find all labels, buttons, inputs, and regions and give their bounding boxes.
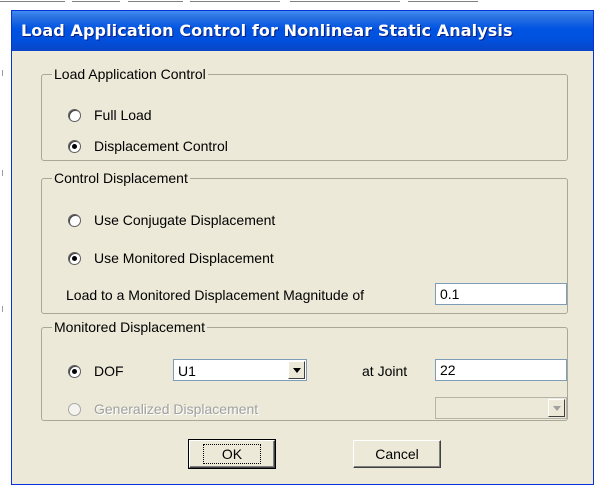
conjugate-displacement-radio[interactable] — [68, 213, 81, 227]
ok-button[interactable]: OK — [188, 439, 276, 469]
full-load-label: Full Load — [94, 107, 152, 123]
joint-input[interactable]: 22 — [435, 359, 567, 381]
displacement-control-radio[interactable] — [68, 139, 81, 153]
dof-select[interactable]: U1 — [173, 359, 307, 381]
control-displacement-legend: Control Displacement — [54, 170, 188, 186]
monitored-displacement-group: Monitored Displacement DOF U1 at Joint 2… — [41, 319, 568, 421]
conjugate-displacement-label: Use Conjugate Displacement — [94, 212, 276, 228]
generalized-displacement-option: Generalized Displacement — [68, 401, 258, 417]
conjugate-displacement-option[interactable]: Use Conjugate Displacement — [68, 212, 275, 228]
dialog-title: Load Application Control for Nonlinear S… — [21, 21, 513, 40]
dof-select-value: U1 — [178, 363, 196, 379]
generalized-displacement-select — [435, 397, 567, 419]
background-window-edge — [0, 0, 605, 10]
magnitude-label: Load to a Monitored Displacement Magnitu… — [66, 287, 365, 303]
control-displacement-group: Control Displacement Use Conjugate Displ… — [41, 170, 568, 314]
chevron-down-icon — [548, 399, 565, 417]
displacement-control-option[interactable]: Displacement Control — [68, 138, 228, 154]
dof-label: DOF — [94, 363, 124, 379]
chevron-down-icon[interactable] — [288, 361, 305, 379]
at-joint-label: at Joint — [362, 363, 408, 379]
cancel-button-label: Cancel — [375, 446, 419, 462]
background-tick — [2, 170, 3, 176]
cancel-button[interactable]: Cancel — [353, 440, 441, 468]
load-application-control-legend: Load Application Control — [54, 66, 206, 82]
load-application-control-group: Load Application Control Full Load Displ… — [41, 66, 568, 161]
background-tick — [2, 306, 3, 312]
background-tick — [2, 70, 3, 76]
full-load-option[interactable]: Full Load — [68, 107, 152, 123]
generalized-displacement-label: Generalized Displacement — [94, 401, 259, 417]
displacement-control-label: Displacement Control — [94, 138, 228, 154]
monitored-displacement-radio[interactable] — [68, 251, 81, 265]
dialog-client-area: Load Application Control Full Load Displ… — [12, 51, 593, 486]
generalized-displacement-radio — [68, 402, 81, 416]
dof-radio[interactable] — [68, 364, 81, 378]
monitored-displacement-option[interactable]: Use Monitored Displacement — [68, 250, 274, 266]
load-application-dialog: Load Application Control for Nonlinear S… — [11, 10, 594, 485]
monitored-displacement-label: Use Monitored Displacement — [94, 250, 274, 266]
ok-button-label: OK — [202, 444, 262, 464]
dof-option[interactable]: DOF — [68, 363, 124, 379]
dialog-titlebar[interactable]: Load Application Control for Nonlinear S… — [12, 11, 593, 51]
monitored-displacement-legend: Monitored Displacement — [54, 319, 205, 335]
full-load-radio[interactable] — [68, 108, 81, 122]
magnitude-input[interactable]: 0.1 — [435, 283, 567, 305]
